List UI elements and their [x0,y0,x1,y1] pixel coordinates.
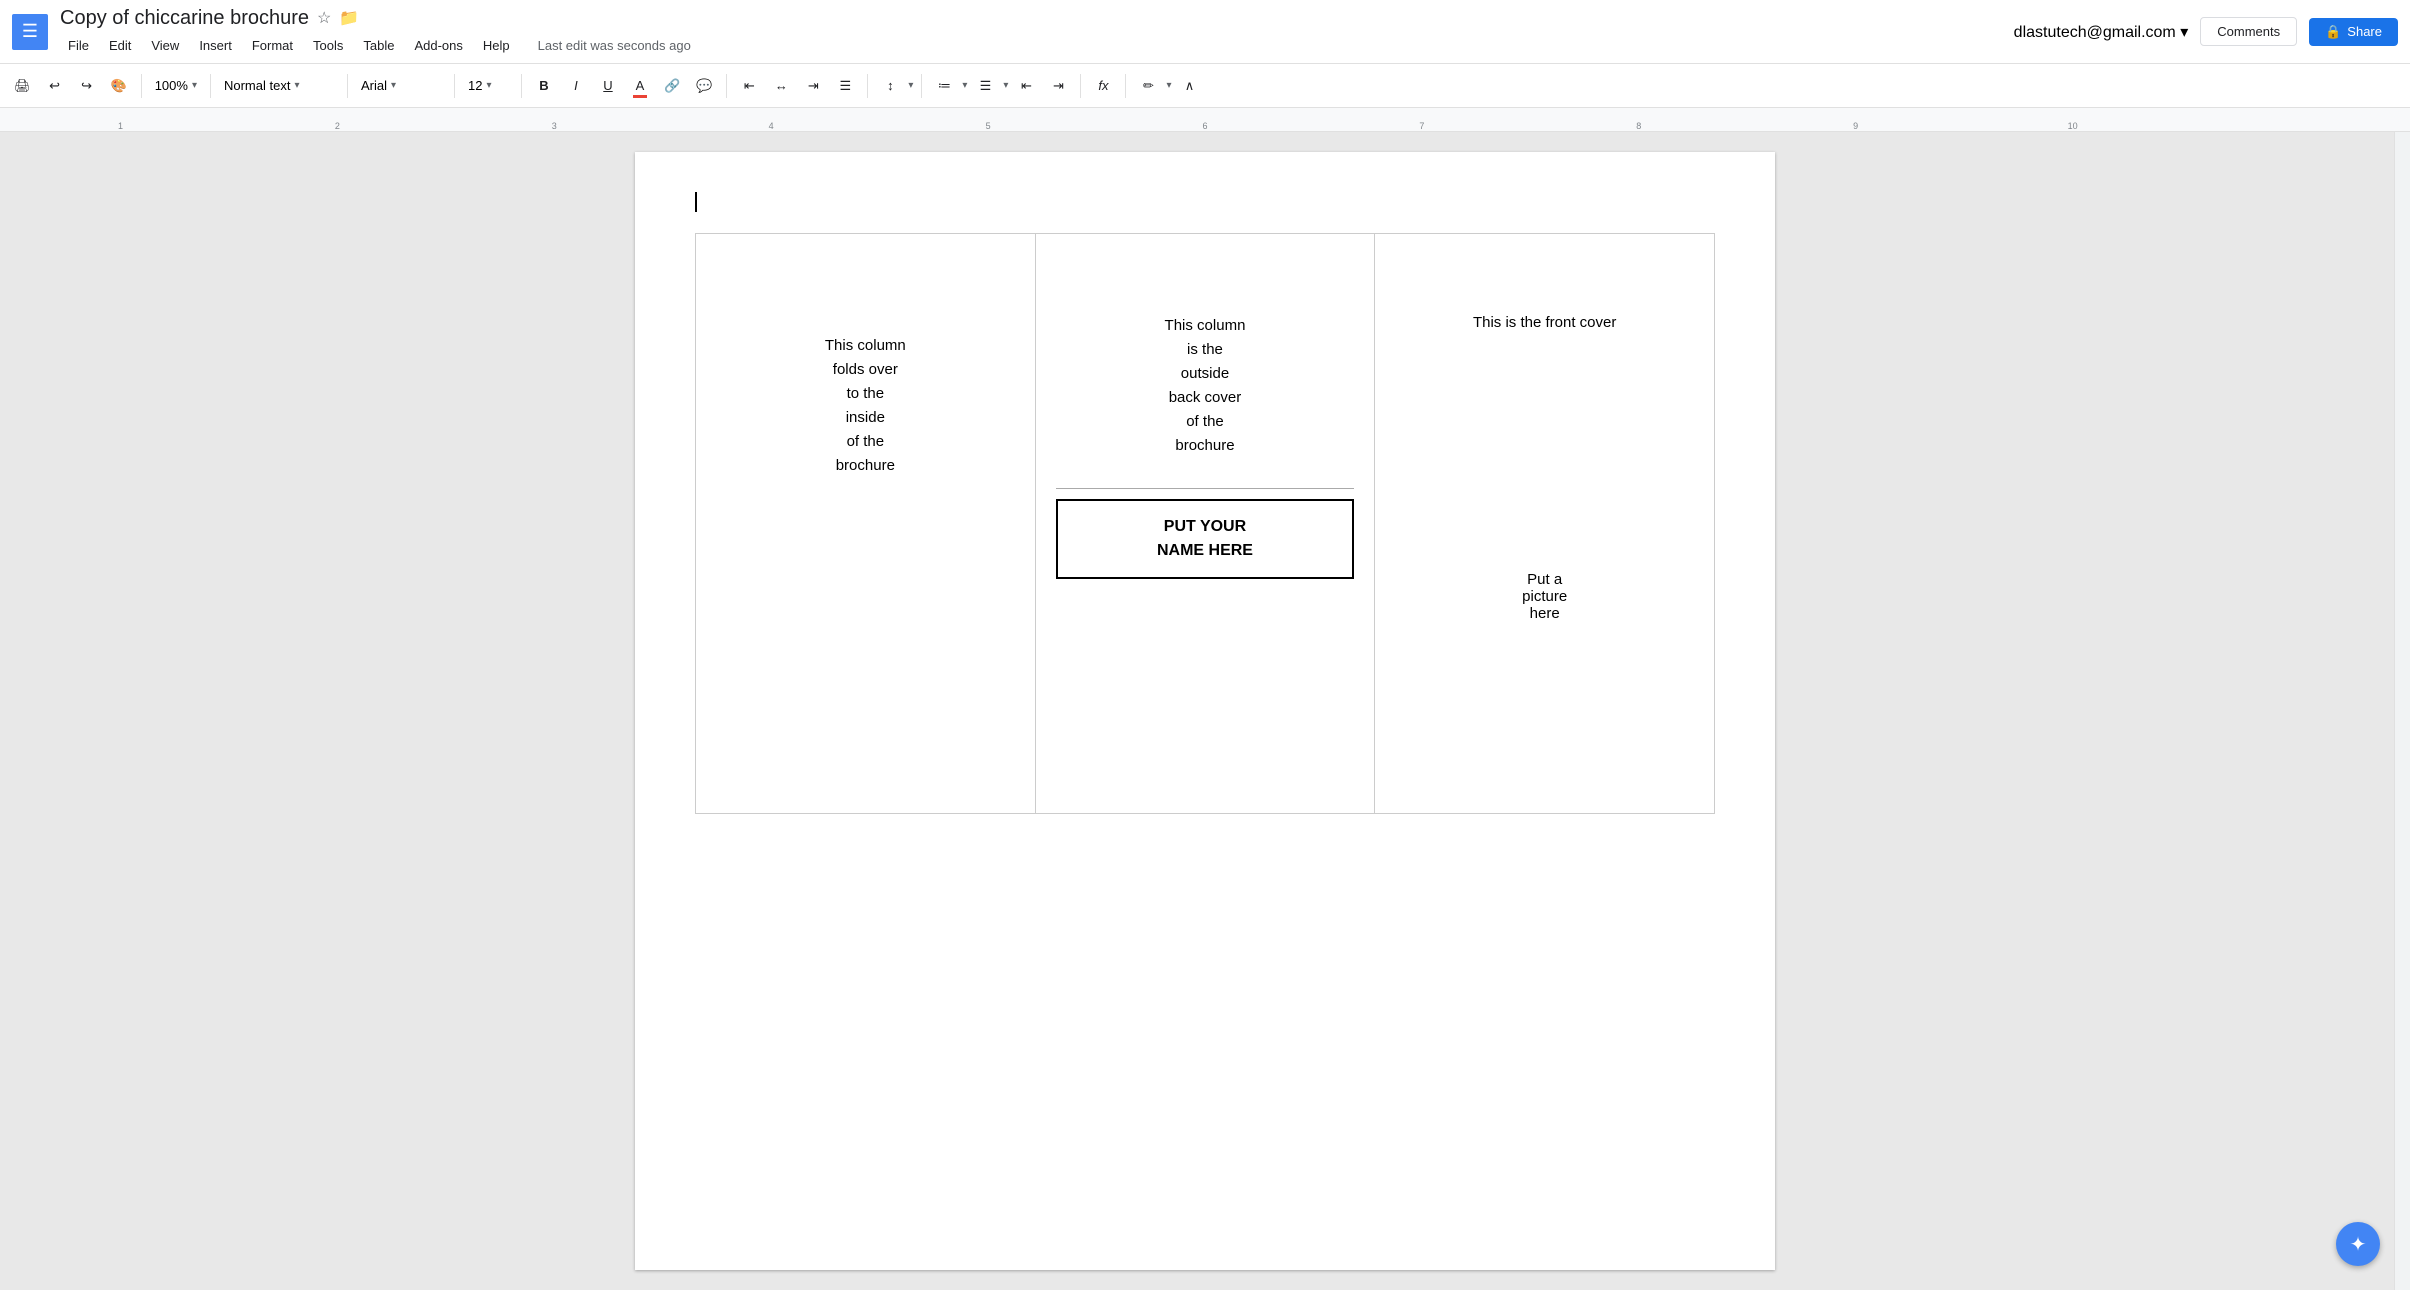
toolbar-divider-1 [141,74,142,98]
menu-help[interactable]: Help [475,34,518,57]
toolbar-divider-6 [726,74,727,98]
doc-title-area: Copy of chiccarine brochure ☆ 📁 File Edi… [60,7,2014,57]
col2-divider [1056,488,1355,489]
user-dropdown-icon: ▾ [2180,24,2188,41]
page-area: This column folds over to the inside of … [0,132,2410,1290]
hamburger-icon: ☰ [22,21,38,42]
redo-button[interactable]: ↪ [73,72,101,100]
print-button[interactable]: 🖨 [8,72,37,100]
align-justify-button[interactable]: ☰ [831,72,859,100]
link-button[interactable]: 🔗 [658,72,686,100]
ruler: 1 2 3 4 5 6 7 8 9 10 [0,108,2410,132]
font-dropdown-icon: ▾ [391,80,396,91]
doc-title[interactable]: Copy of chiccarine brochure [60,7,309,30]
numbered-list-dropdown[interactable]: ▾ [962,80,967,91]
name-box[interactable]: PUT YOUR NAME HERE [1056,499,1355,579]
collapse-toolbar-button[interactable]: ∧ [1175,72,1203,100]
toolbar-divider-5 [521,74,522,98]
decrease-indent-button[interactable]: ⇤ [1012,72,1040,100]
table-cell-col1[interactable]: This column folds over to the inside of … [696,234,1036,814]
formula-button[interactable]: fx [1089,72,1117,100]
toolbar-divider-9 [1080,74,1081,98]
table-cell-col2[interactable]: This column is the outside back cover of… [1035,234,1375,814]
ruler-mark: 6 [1202,121,1207,131]
menu-edit[interactable]: Edit [101,34,139,57]
table-row: This column folds over to the inside of … [696,234,1715,814]
col2-content-area: This column is the outside back cover of… [1056,254,1355,579]
col3-title: This is the front cover [1395,254,1694,531]
scrollbar[interactable] [2394,132,2410,1290]
app-menu-button[interactable]: ☰ [12,14,48,50]
top-bar: ☰ Copy of chiccarine brochure ☆ 📁 File E… [0,0,2410,64]
document-page[interactable]: This column folds over to the inside of … [635,152,1775,1270]
undo-button[interactable]: ↩ [41,72,69,100]
toolbar-divider-10 [1125,74,1126,98]
lock-icon: 🔒 [2325,24,2341,40]
menu-format[interactable]: Format [244,34,301,57]
align-center-button[interactable]: ↔ [767,72,795,100]
ruler-mark: 4 [769,121,774,131]
numbered-list-button[interactable]: ≔ [930,72,958,100]
toolbar-divider-8 [921,74,922,98]
zoom-dropdown-icon: ▾ [192,80,197,91]
style-select[interactable]: Normal text ▾ [219,72,339,100]
menu-addons[interactable]: Add-ons [406,34,470,57]
user-email[interactable]: dlastutech@gmail.com ▾ [2014,22,2189,42]
comments-button[interactable]: Comments [2200,17,2297,46]
ruler-mark: 9 [1853,121,1858,131]
menu-table[interactable]: Table [355,34,402,57]
pen-button[interactable]: ✏ [1134,72,1162,100]
brochure-table: This column folds over to the inside of … [695,233,1715,814]
toolbar-divider-3 [347,74,348,98]
text-cursor [695,192,697,212]
line-spacing-dropdown[interactable]: ▾ [908,80,913,91]
zoom-select[interactable]: 100% ▾ [150,72,202,100]
paint-format-button[interactable]: 🎨 [105,72,133,100]
col2-top-text: This column is the outside back cover of… [1056,254,1355,478]
line-spacing-button[interactable]: ↕ [876,72,904,100]
font-select[interactable]: Arial ▾ [356,72,446,100]
toolbar-divider-4 [454,74,455,98]
increase-indent-button[interactable]: ⇥ [1044,72,1072,100]
ai-assistant-button[interactable]: ✦ [2336,1222,2380,1266]
ruler-mark: 3 [552,121,557,131]
italic-button[interactable]: I [562,72,590,100]
align-left-button[interactable]: ⇤ [735,72,763,100]
share-button[interactable]: 🔒 Share [2309,18,2398,46]
menu-bar: File Edit View Insert Format Tools Table… [60,34,2014,57]
ruler-mark: 5 [986,121,991,131]
pen-dropdown[interactable]: ▾ [1166,80,1171,91]
bulleted-list-button[interactable]: ☰ [971,72,999,100]
col3-content-area: This is the front cover Put a picture he… [1395,254,1694,622]
ruler-mark: 7 [1419,121,1424,131]
toolbar: 🖨 ↩ ↪ 🎨 100% ▾ Normal text ▾ Arial ▾ 12 … [0,64,2410,108]
ruler-mark: 2 [335,121,340,131]
text-color-button[interactable]: A [626,72,654,100]
menu-insert[interactable]: Insert [191,34,240,57]
menu-view[interactable]: View [143,34,187,57]
align-right-button[interactable]: ⇥ [799,72,827,100]
star-icon[interactable]: ☆ [317,8,331,28]
top-right-area: dlastutech@gmail.com ▾ Comments 🔒 Share [2014,17,2398,46]
font-size-select[interactable]: 12 ▾ [463,72,513,100]
last-edit-status: Last edit was seconds ago [538,38,691,57]
table-cell-col3[interactable]: This is the front cover Put a picture he… [1375,234,1715,814]
bold-button[interactable]: B [530,72,558,100]
underline-button[interactable]: U [594,72,622,100]
col1-text: This column folds over to the inside of … [716,254,1015,478]
ruler-mark: 8 [1636,121,1641,131]
toolbar-divider-7 [867,74,868,98]
folder-icon[interactable]: 📁 [339,8,359,28]
menu-file[interactable]: File [60,34,97,57]
comment-button[interactable]: 💬 [690,72,718,100]
style-dropdown-icon: ▾ [294,80,299,91]
size-dropdown-icon: ▾ [486,80,491,91]
toolbar-divider-2 [210,74,211,98]
col3-picture-placeholder: Put a picture here [1395,531,1694,622]
menu-tools[interactable]: Tools [305,34,351,57]
doc-title-row: Copy of chiccarine brochure ☆ 📁 [60,7,2014,30]
ruler-mark: 10 [2068,121,2078,131]
bulleted-list-dropdown[interactable]: ▾ [1003,80,1008,91]
ruler-mark: 1 [118,121,123,131]
